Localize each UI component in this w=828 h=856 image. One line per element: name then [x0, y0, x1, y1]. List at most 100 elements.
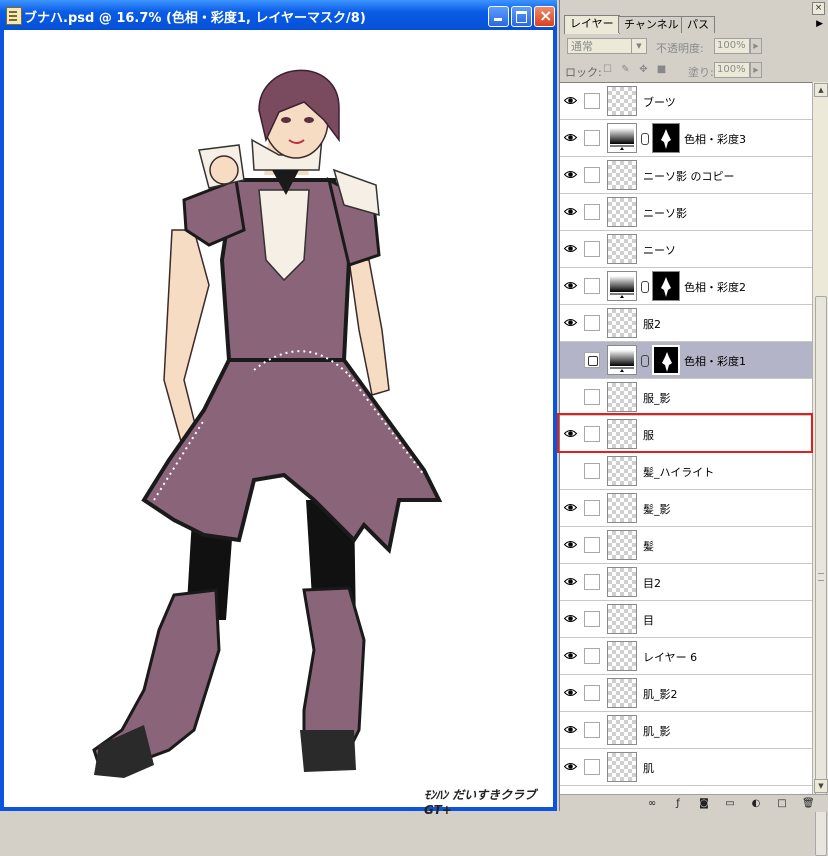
link-toggle[interactable]: [584, 93, 600, 109]
tab-paths[interactable]: パス: [681, 16, 715, 33]
visibility-toggle[interactable]: [560, 527, 582, 563]
layer-row[interactable]: ニーソ影: [560, 194, 812, 231]
visibility-toggle[interactable]: [560, 268, 582, 304]
link-toggle[interactable]: [584, 204, 600, 220]
link-toggle[interactable]: [584, 130, 600, 146]
layer-name[interactable]: 肌_影: [643, 723, 671, 739]
layer-row[interactable]: 肌: [560, 749, 812, 786]
layer-mask-thumbnail[interactable]: [652, 271, 680, 301]
layer-thumbnail[interactable]: [607, 234, 637, 264]
lock-transparency-icon[interactable]: ☐: [602, 64, 613, 75]
layer-name[interactable]: ニーソ: [643, 242, 676, 258]
visibility-toggle[interactable]: [560, 675, 582, 711]
layer-row[interactable]: ニーソ: [560, 231, 812, 268]
layer-row[interactable]: ブーツ: [560, 83, 812, 120]
layer-row[interactable]: 肌_影2: [560, 675, 812, 712]
tab-channels[interactable]: チャンネル: [618, 16, 685, 33]
adjustment-thumbnail[interactable]: [607, 345, 637, 375]
layer-thumbnail[interactable]: [607, 160, 637, 190]
layer-row[interactable]: 服2: [560, 305, 812, 342]
layer-name[interactable]: ブーツ: [643, 94, 676, 110]
adjustment-thumbnail[interactable]: [607, 123, 637, 153]
close-button[interactable]: ×: [534, 6, 555, 27]
layer-row[interactable]: 色相・彩度2: [560, 268, 812, 305]
panel-close-button[interactable]: ×: [812, 2, 825, 15]
chain-link-icon[interactable]: [641, 281, 649, 293]
link-toggle[interactable]: [584, 463, 600, 479]
layer-name[interactable]: 目: [643, 612, 654, 628]
layer-row[interactable]: 服_影: [560, 379, 812, 416]
chain-link-icon[interactable]: [641, 355, 649, 367]
minimize-button[interactable]: [488, 6, 509, 27]
visibility-toggle[interactable]: [560, 120, 582, 156]
layer-thumbnail[interactable]: [607, 567, 637, 597]
layer-row[interactable]: ニーソ影 のコピー: [560, 157, 812, 194]
layer-row[interactable]: 目2: [560, 564, 812, 601]
link-toggle[interactable]: [584, 241, 600, 257]
scroll-down-button[interactable]: ▼: [814, 779, 828, 793]
layer-name[interactable]: 肌: [643, 760, 654, 776]
visibility-toggle[interactable]: [560, 601, 582, 637]
link-toggle[interactable]: [584, 611, 600, 627]
layer-row[interactable]: レイヤー 6: [560, 638, 812, 675]
layer-mask-thumbnail[interactable]: [652, 123, 680, 153]
opacity-slider-button[interactable]: ▶: [750, 38, 762, 54]
visibility-toggle[interactable]: [560, 305, 582, 341]
layer-name[interactable]: 色相・彩度3: [684, 131, 746, 147]
layer-style-icon[interactable]: ƒ: [672, 798, 684, 809]
lock-position-icon[interactable]: ✥: [638, 64, 649, 75]
blend-mode-select[interactable]: 通常 ▼: [567, 38, 647, 54]
layer-thumbnail[interactable]: [607, 678, 637, 708]
adjustment-thumbnail[interactable]: [607, 271, 637, 301]
maximize-button[interactable]: [511, 6, 532, 27]
link-toggle[interactable]: [584, 389, 600, 405]
new-group-icon[interactable]: ▭: [724, 798, 736, 809]
layer-thumbnail[interactable]: [607, 530, 637, 560]
visibility-toggle[interactable]: [560, 749, 582, 785]
layer-name[interactable]: ニーソ影: [643, 205, 687, 221]
document-title-bar[interactable]: ブナハ.psd @ 16.7% (色相・彩度1, レイヤーマスク/8) ×: [0, 0, 557, 30]
layer-name[interactable]: 服2: [643, 316, 661, 332]
link-toggle[interactable]: [584, 278, 600, 294]
document-canvas[interactable]: ﾓﾝﾊﾝ だいすきクラブGT+: [4, 30, 553, 817]
layer-name[interactable]: 髪: [643, 538, 654, 554]
fill-input[interactable]: 100%: [714, 62, 750, 78]
layer-name[interactable]: 髪_影: [643, 501, 671, 517]
layer-name[interactable]: 肌_影2: [643, 686, 678, 702]
visibility-toggle[interactable]: [560, 712, 582, 748]
opacity-input[interactable]: 100%: [714, 38, 750, 54]
visibility-toggle[interactable]: [560, 342, 582, 378]
layer-list-scrollbar[interactable]: ▲ ▼: [812, 82, 828, 856]
visibility-toggle[interactable]: [560, 83, 582, 119]
layer-thumbnail[interactable]: [607, 641, 637, 671]
panel-title-bar[interactable]: ×: [560, 0, 828, 15]
new-layer-icon[interactable]: □: [776, 798, 788, 809]
link-toggle[interactable]: [584, 500, 600, 516]
layer-name[interactable]: 色相・彩度1: [684, 353, 746, 369]
layer-thumbnail[interactable]: [607, 382, 637, 412]
layer-name[interactable]: 目2: [643, 575, 661, 591]
visibility-toggle[interactable]: [560, 157, 582, 193]
layer-name[interactable]: 髪_ハイライト: [643, 464, 714, 480]
layer-thumbnail[interactable]: [607, 715, 637, 745]
layer-name[interactable]: 色相・彩度2: [684, 279, 746, 295]
layer-name[interactable]: 服_影: [643, 390, 671, 406]
layer-mask-thumbnail[interactable]: [652, 345, 680, 375]
layer-row[interactable]: 肌_影: [560, 712, 812, 749]
link-toggle[interactable]: [584, 759, 600, 775]
link-toggle[interactable]: [584, 648, 600, 664]
layer-thumbnail[interactable]: [607, 456, 637, 486]
visibility-toggle[interactable]: [560, 453, 582, 489]
layer-row[interactable]: 色相・彩度3: [560, 120, 812, 157]
layer-thumbnail[interactable]: [607, 604, 637, 634]
fill-slider-button[interactable]: ▶: [750, 62, 762, 78]
scrollbar-thumb[interactable]: [815, 296, 827, 856]
new-adjustment-icon[interactable]: ◐: [750, 798, 762, 809]
visibility-toggle[interactable]: [560, 231, 582, 267]
link-toggle[interactable]: [584, 574, 600, 590]
layer-thumbnail[interactable]: [607, 752, 637, 782]
visibility-toggle[interactable]: [560, 564, 582, 600]
layer-name[interactable]: レイヤー 6: [643, 649, 697, 665]
link-toggle[interactable]: [584, 315, 600, 331]
link-layers-icon[interactable]: ∞: [646, 798, 658, 809]
